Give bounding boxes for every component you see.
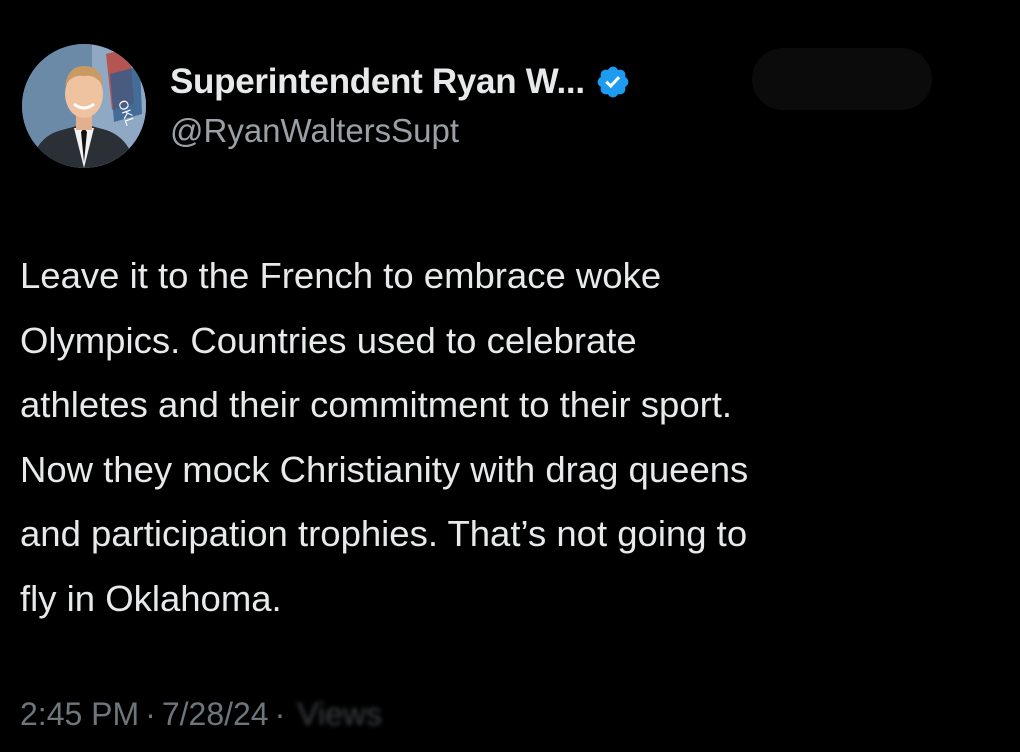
meta-separator: · — [145, 696, 156, 732]
author-name-row[interactable]: Superintendent Ryan W... — [170, 58, 631, 106]
avatar-image: OKL — [22, 44, 146, 168]
meta-separator-2: · — [274, 696, 286, 732]
tweet-views[interactable]: Views — [297, 696, 382, 733]
tweet-text: Leave it to the French to embrace woke O… — [20, 255, 749, 619]
tweet-time[interactable]: 2:45 PM — [20, 696, 139, 733]
tweet-meta: 2:45 PM · 7/28/24 · Views — [20, 696, 382, 733]
tweet-card: OKL Superintendent Ryan W... @RyanWalter… — [0, 0, 1020, 752]
author-display-name[interactable]: Superintendent Ryan W... — [170, 62, 585, 102]
tweet-date[interactable]: 7/28/24 — [162, 696, 269, 733]
avatar[interactable]: OKL — [22, 44, 146, 168]
verified-badge-icon — [595, 64, 631, 100]
author-handle[interactable]: @RyanWaltersSupt — [170, 112, 459, 150]
follow-button[interactable] — [752, 48, 932, 110]
